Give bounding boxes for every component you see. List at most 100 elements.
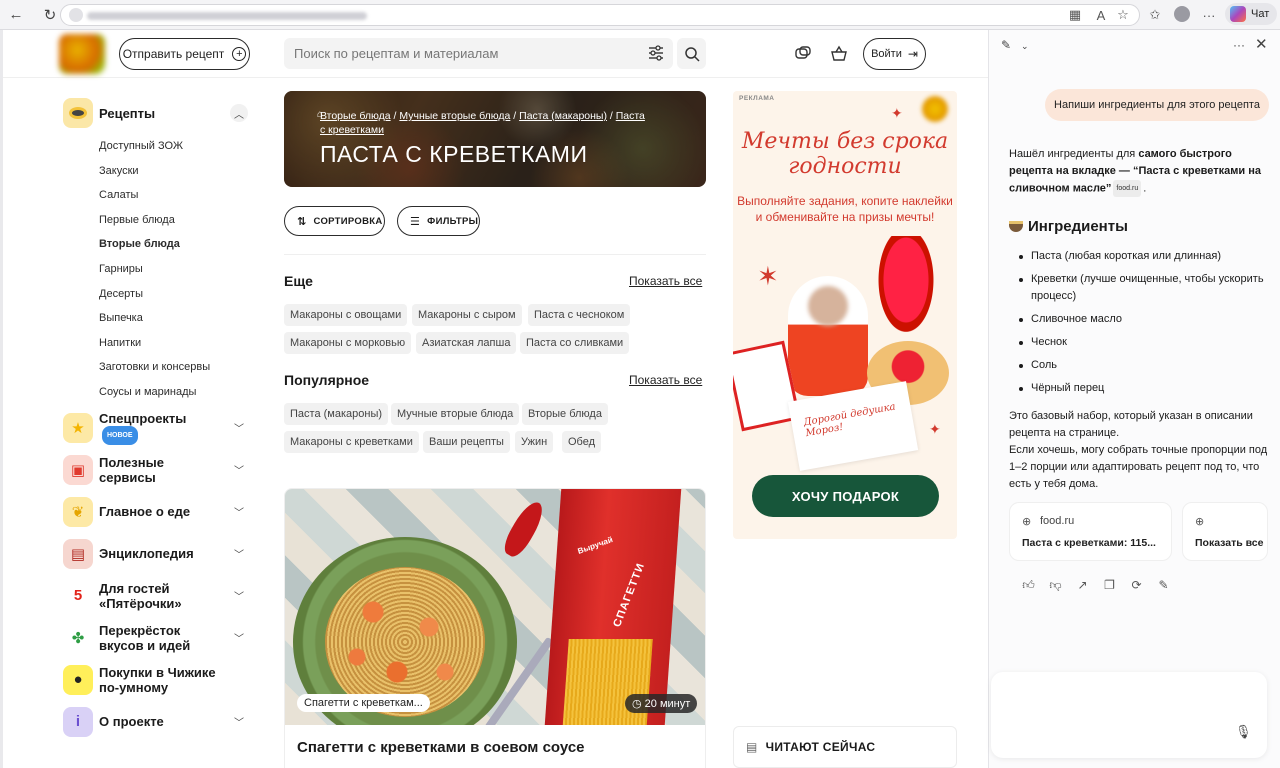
recipe-card[interactable]: Выручай СПАГЕТТИ Спагетти с креветкам...… <box>284 488 706 768</box>
profile-avatar[interactable] <box>1174 6 1190 22</box>
search-button[interactable] <box>677 38 706 69</box>
sidebar-subitem[interactable]: Заготовки и консервы <box>99 355 263 380</box>
chat-button-label: Чат <box>1251 8 1270 20</box>
copilot-chat-button[interactable]: Чат <box>1225 3 1277 25</box>
microphone-icon[interactable]: 🎙︎ <box>1235 724 1252 740</box>
sidebar-section[interactable]: ● Покупки в Чижике по-умному <box>63 659 263 701</box>
read-aloud-icon[interactable]: A <box>1092 6 1110 24</box>
sidebar-section[interactable]: ❦ Главное о еде ﹀ <box>63 491 263 533</box>
filters-icon: ☰ <box>410 215 421 228</box>
tag-chip[interactable]: Паста со сливками <box>520 332 630 354</box>
filter-sliders-icon[interactable] <box>647 44 665 62</box>
sort-button[interactable]: ⇅ СОРТИРОВКА <box>284 206 385 236</box>
copy-icon[interactable]: ❐ <box>1096 576 1123 594</box>
tag-chip[interactable]: Мучные вторые блюда <box>391 403 520 425</box>
app-grid-icon[interactable]: ▦ <box>1066 6 1084 24</box>
chevron-down-icon[interactable]: ﹀ <box>230 713 248 731</box>
chat-bubbles-icon[interactable] <box>793 44 813 64</box>
tag-chip[interactable]: Вторые блюда <box>522 403 608 425</box>
reading-now-widget[interactable]: ▤ ЧИТАЮТ СЕЙЧАС <box>733 726 957 768</box>
thumbs-down-icon[interactable]: 👎︎ <box>1042 576 1069 594</box>
ingredient-item: Сливочное масло <box>1013 311 1275 328</box>
more-options-icon[interactable]: ··· <box>1233 38 1245 52</box>
ad-banner[interactable]: РЕКЛАМА ✦ Мечты без срока годности Выпол… <box>733 91 957 539</box>
tag-chip[interactable]: Макароны с креветками <box>284 431 419 453</box>
tag-chip[interactable]: Макароны с овощами <box>284 304 408 326</box>
favorites-icon[interactable]: ✩ <box>1146 6 1164 24</box>
source-citation-tag[interactable]: food.ru <box>1113 180 1142 197</box>
new-chat-icon[interactable]: ✎ <box>1001 38 1011 52</box>
tag-chip[interactable]: Паста с чесноком <box>528 304 631 326</box>
popular-show-all-link[interactable]: Показать все <box>629 373 702 387</box>
chevron-down-icon[interactable]: ﹀ <box>230 503 248 521</box>
share-icon[interactable]: ↗ <box>1069 576 1096 594</box>
show-all-sources-card[interactable]: ⊕ Показать все <box>1182 502 1268 561</box>
chevron-down-icon[interactable]: ﹀ <box>230 629 248 647</box>
sidebar-subitem[interactable]: Десерты <box>99 282 263 307</box>
sidebar-section-label: Главное о еде <box>99 504 191 520</box>
sidebar-section[interactable]: ✤ Перекрёсток вкусов и идей ﹀ <box>63 617 263 659</box>
breadcrumb-link[interactable]: Паста (макароны) <box>519 110 607 122</box>
sidebar-subitem[interactable]: Закуски <box>99 159 263 184</box>
login-button[interactable]: Войти ⇥ <box>863 38 926 70</box>
breadcrumb-link[interactable]: Вторые блюда <box>320 110 391 122</box>
recipe-tag-chip[interactable]: Спагетти с креветкам... <box>297 694 430 712</box>
filters-button[interactable]: ☰ ФИЛЬТРЫ <box>397 206 480 236</box>
recipe-title[interactable]: Спагетти с креветками в соевом соусе <box>297 739 585 756</box>
sidebar-subitem[interactable]: Напитки <box>99 331 263 356</box>
tag-chip[interactable]: Паста (макароны) <box>284 403 389 425</box>
close-icon[interactable]: ✕ <box>1255 35 1268 53</box>
chevron-down-icon[interactable]: ﹀ <box>230 419 248 437</box>
sidebar-subitem[interactable]: Первые блюда <box>99 208 263 233</box>
sidebar-section-label: СпецпроектыНОВОЕ <box>99 411 223 445</box>
chevron-down-icon[interactable]: ﹀ <box>230 587 248 605</box>
sidebar-subitem[interactable]: Выпечка <box>99 306 263 331</box>
sort-label: СОРТИРОВКА <box>313 215 383 227</box>
search-field[interactable] <box>284 38 673 69</box>
sidebar-section[interactable]: 5 Для гостей «Пятёрочки» ﹀ <box>63 575 263 617</box>
plus-circle-icon: + <box>232 47 247 61</box>
tag-chip[interactable]: Азиатская лапша <box>416 332 517 354</box>
breadcrumb-link[interactable]: Мучные вторые блюда <box>399 110 510 122</box>
chevron-up-icon[interactable]: ︿ <box>230 104 248 122</box>
sidebar-item-recipes[interactable]: Рецепты ︿ <box>63 92 263 134</box>
source-card[interactable]: ⊕ food.ru Паста с креветками: 115... <box>1009 502 1172 561</box>
tag-chip[interactable]: Обед <box>562 431 602 453</box>
more-show-all-link[interactable]: Показать все <box>629 274 702 288</box>
chevron-down-icon[interactable]: ﹀ <box>230 461 248 479</box>
chevron-down-icon[interactable]: ﹀ <box>230 545 248 563</box>
ad-cta-button[interactable]: ХОЧУ ПОДАРОК <box>752 475 939 517</box>
address-bar[interactable] <box>60 4 1140 26</box>
sidebar-subitem[interactable]: Соусы и маринады <box>99 380 263 405</box>
sidebar-subitem[interactable]: Гарниры <box>99 257 263 282</box>
chat-composer[interactable]: 🎙︎ <box>991 672 1267 758</box>
tag-chip[interactable]: Макароны с сыром <box>412 304 522 326</box>
sidebar-subitem[interactable]: Вторые блюда <box>99 232 263 257</box>
reload-icon[interactable]: ↻ <box>40 5 60 25</box>
thumbs-up-icon[interactable]: 👍︎ <box>1015 576 1042 594</box>
globe-icon: ⊕ <box>1195 516 1205 528</box>
tag-chip[interactable]: Ужин <box>515 431 554 453</box>
sidebar-subitem[interactable]: Салаты <box>99 183 263 208</box>
sidebar-section[interactable]: ▤ Энциклопедия ﹀ <box>63 533 263 575</box>
back-icon[interactable]: ← <box>6 5 26 25</box>
sidebar-section[interactable]: ★ СпецпроектыНОВОЕ ﹀ <box>63 407 263 449</box>
send-recipe-button[interactable]: Отправить рецепт + <box>119 38 250 70</box>
site-info-icon[interactable] <box>69 8 83 22</box>
chevron-down-icon[interactable]: ⌄ <box>1021 41 1029 52</box>
sidebar-subitem[interactable]: Доступный ЗОЖ <box>99 134 263 159</box>
more-menu-icon[interactable]: ··· <box>1200 6 1218 24</box>
regenerate-icon[interactable]: ⟳ <box>1123 576 1150 594</box>
favorite-star-icon[interactable]: ☆ <box>1114 6 1132 24</box>
chat-input[interactable] <box>1005 684 1225 698</box>
site-logo[interactable] <box>59 34 105 74</box>
sidebar-section[interactable]: i О проекте ﹀ <box>63 701 263 743</box>
tag-chip[interactable]: Макароны с морковью <box>284 332 412 354</box>
snow-maiden-image <box>788 276 868 396</box>
basket-icon[interactable] <box>829 44 849 64</box>
search-input[interactable] <box>294 46 624 61</box>
tag-chip[interactable]: Ваши рецепты <box>423 431 510 453</box>
bowl-icon <box>1009 221 1023 232</box>
sidebar-section[interactable]: ▣ Полезные сервисы ﹀ <box>63 449 263 491</box>
edit-icon[interactable]: ✎ <box>1150 576 1177 594</box>
